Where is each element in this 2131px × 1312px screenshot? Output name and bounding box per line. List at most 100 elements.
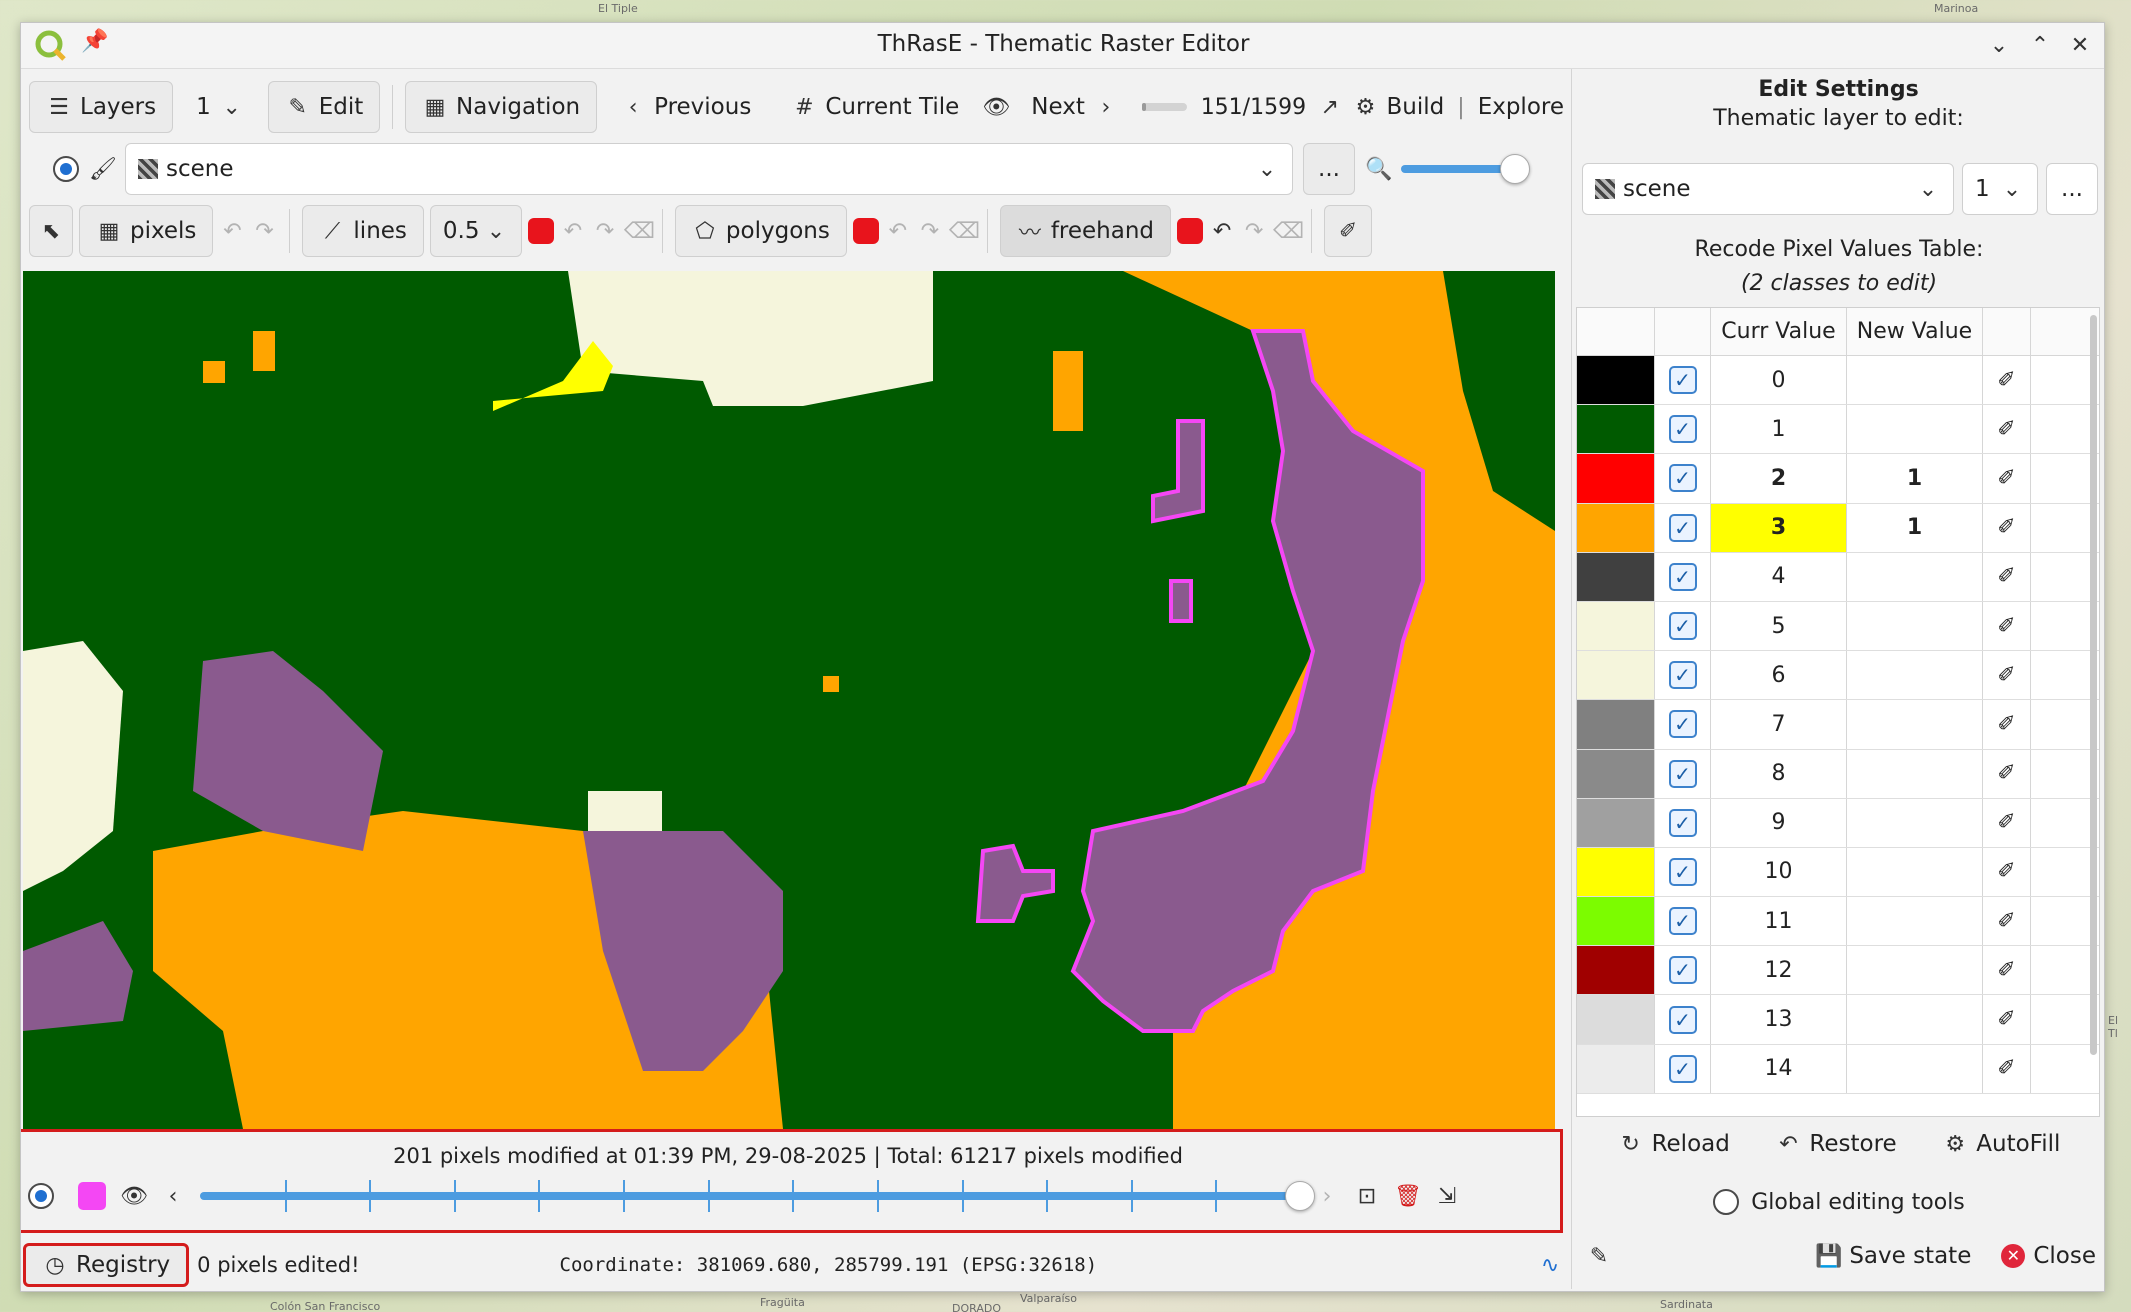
new-value-cell[interactable] — [1847, 847, 1983, 897]
new-value-cell[interactable]: 1 — [1847, 454, 1983, 503]
new-value-cell[interactable] — [1847, 946, 1983, 995]
class-checkbox[interactable]: ✓ — [1668, 661, 1697, 690]
pick-class-icon[interactable]: ✐ — [1983, 552, 2031, 601]
class-checkbox[interactable]: ✓ — [1668, 907, 1697, 936]
class-checkbox[interactable]: ✓ — [1668, 1005, 1697, 1034]
class-color-swatch[interactable] — [1577, 552, 1655, 601]
freehand-color-swatch[interactable] — [1177, 218, 1204, 244]
redo-icon[interactable]: ↷ — [592, 219, 618, 244]
view-active-radio[interactable] — [53, 156, 79, 182]
freehand-tool-button[interactable]: 〰 freehand — [999, 205, 1172, 257]
redo-icon[interactable]: ↷ — [1241, 219, 1267, 244]
class-color-swatch[interactable] — [1577, 749, 1655, 798]
class-checkbox[interactable]: ✓ — [1668, 415, 1697, 444]
pixels-tool-button[interactable]: ▦ pixels — [79, 205, 214, 257]
polygons-tool-button[interactable]: ⬠ polygons — [674, 205, 847, 257]
new-value-cell[interactable] — [1847, 552, 1983, 601]
class-checkbox[interactable]: ✓ — [1668, 513, 1697, 542]
save-state-button[interactable]: 💾 Save state — [1815, 1243, 1971, 1269]
clear-icon[interactable]: ⌫ — [624, 219, 655, 244]
pick-class-icon[interactable]: ✐ — [1983, 1044, 2031, 1093]
history-slider-knob[interactable] — [1285, 1181, 1315, 1211]
new-value-cell[interactable] — [1847, 651, 1983, 700]
layers-count-dropdown[interactable]: 1 ⌄ — [179, 81, 262, 133]
highlight-color-swatch[interactable] — [78, 1182, 106, 1210]
pick-class-icon[interactable]: ✐ — [1983, 897, 2031, 946]
eye-icon[interactable]: 👁 — [120, 1184, 148, 1209]
pick-class-icon[interactable]: ✐ — [1983, 995, 2031, 1044]
trash-icon[interactable]: 🗑 — [1394, 1184, 1422, 1209]
minimize-icon[interactable]: ⌄ — [1982, 29, 2016, 63]
new-value-cell[interactable] — [1847, 356, 1983, 405]
zoom-slider[interactable] — [1401, 154, 1530, 184]
class-color-swatch[interactable] — [1577, 503, 1655, 552]
class-checkbox[interactable]: ✓ — [1668, 612, 1697, 641]
raster-canvas[interactable] — [23, 271, 1555, 1129]
class-color-swatch[interactable] — [1577, 1044, 1655, 1093]
undo-icon[interactable]: ↶ — [1209, 219, 1235, 244]
brush-icon[interactable]: 🖌 — [89, 157, 117, 182]
lines-tool-button[interactable]: ⟋ lines — [302, 205, 424, 257]
pick-class-icon[interactable]: ✐ — [1983, 847, 2031, 897]
class-color-swatch[interactable] — [1577, 651, 1655, 700]
maximize-icon[interactable]: ⌃ — [2023, 29, 2057, 63]
close-button[interactable]: ✕ Close — [2001, 1243, 2096, 1269]
reload-button[interactable]: ↻ Reload — [1618, 1131, 1729, 1157]
global-tools-radio[interactable] — [1713, 1189, 1740, 1215]
chevron-left-icon[interactable]: ‹ — [160, 1184, 186, 1209]
class-checkbox[interactable]: ✓ — [1668, 759, 1697, 788]
class-color-swatch[interactable] — [1577, 897, 1655, 946]
clear-icon[interactable]: ⌫ — [949, 219, 980, 244]
class-checkbox[interactable]: ✓ — [1668, 956, 1697, 985]
tile-slider[interactable] — [1141, 103, 1187, 111]
class-color-swatch[interactable] — [1577, 946, 1655, 995]
clear-icon[interactable]: ⌫ — [1273, 219, 1304, 244]
eye-icon[interactable]: 👁 — [982, 95, 1010, 120]
class-color-swatch[interactable] — [1577, 700, 1655, 749]
new-value-cell[interactable] — [1847, 405, 1983, 454]
new-value-cell[interactable]: 1 — [1847, 503, 1983, 552]
next-button[interactable]: Next › — [1014, 81, 1136, 133]
new-value-cell[interactable] — [1847, 700, 1983, 749]
global-tools-label[interactable]: Global editing tools — [1751, 1190, 1965, 1215]
pick-class-icon[interactable]: ✐ — [1983, 356, 2031, 405]
class-color-swatch[interactable] — [1577, 356, 1655, 405]
pick-class-icon[interactable]: ✐ — [1983, 601, 2031, 651]
new-value-cell[interactable] — [1847, 1044, 1983, 1093]
class-color-swatch[interactable] — [1577, 405, 1655, 454]
class-color-swatch[interactable] — [1577, 847, 1655, 897]
table-scrollbar[interactable] — [2087, 309, 2099, 1109]
restore-button[interactable]: ↶ Restore — [1775, 1131, 1897, 1157]
settings-more-button[interactable]: ... — [2046, 163, 2098, 215]
class-checkbox[interactable]: ✓ — [1668, 710, 1697, 739]
new-value-cell[interactable] — [1847, 749, 1983, 798]
layer-more-button[interactable]: ... — [1303, 143, 1355, 195]
undo-icon[interactable]: ↶ — [560, 219, 586, 244]
history-slider[interactable] — [200, 1180, 1315, 1212]
zoom-slider-knob[interactable] — [1500, 154, 1530, 184]
pick-class-icon[interactable]: ✐ — [1983, 749, 2031, 798]
pick-class-icon[interactable]: ✐ — [1983, 700, 2031, 749]
registry-button[interactable]: ◷ Registry — [23, 1243, 190, 1287]
edit-button[interactable]: ✎ Edit — [267, 81, 381, 133]
new-value-cell[interactable] — [1847, 601, 1983, 651]
class-color-swatch[interactable] — [1577, 798, 1655, 847]
history-active-radio[interactable] — [28, 1183, 54, 1209]
new-value-cell[interactable] — [1847, 995, 1983, 1044]
class-checkbox[interactable]: ✓ — [1668, 808, 1697, 837]
new-value-cell[interactable] — [1847, 897, 1983, 946]
class-checkbox[interactable]: ✓ — [1668, 562, 1697, 591]
redo-icon[interactable]: ↷ — [251, 219, 277, 244]
class-checkbox[interactable]: ✓ — [1668, 464, 1697, 493]
class-color-swatch[interactable] — [1577, 995, 1655, 1044]
pick-class-icon[interactable]: ✐ — [1983, 798, 2031, 847]
undo-icon[interactable]: ↶ — [219, 219, 245, 244]
class-color-swatch[interactable] — [1577, 601, 1655, 651]
pick-class-icon[interactable]: ✐ — [1983, 503, 2031, 552]
line-color-swatch[interactable] — [527, 218, 554, 244]
redo-icon[interactable]: ↷ — [917, 219, 943, 244]
autofill-button[interactable]: ⚙ AutoFill — [1942, 1131, 2060, 1157]
pick-color-button[interactable]: ✐ — [1324, 205, 1373, 257]
close-window-icon[interactable]: ✕ — [2063, 29, 2097, 63]
export-icon[interactable]: ⇲ — [1434, 1184, 1460, 1209]
